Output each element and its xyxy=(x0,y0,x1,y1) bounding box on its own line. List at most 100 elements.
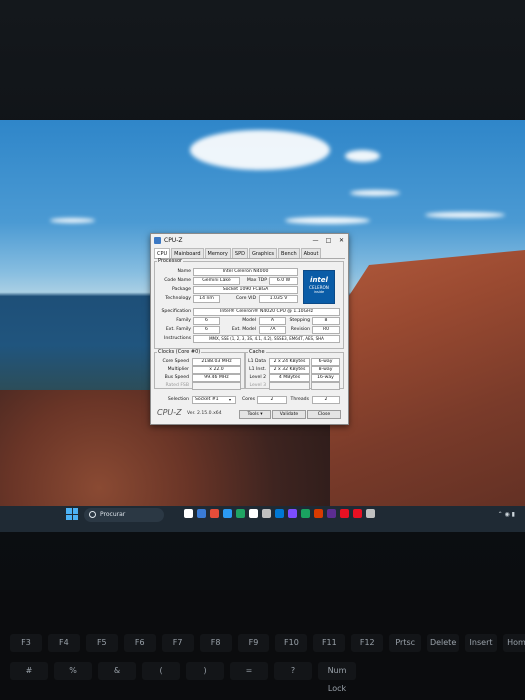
specification-label: Specification xyxy=(161,309,192,314)
system-tray[interactable]: ⌃ ◉ ▮ xyxy=(498,511,515,518)
taskbar-app-icon[interactable] xyxy=(197,509,206,518)
taskbar-app-icon[interactable] xyxy=(262,509,271,518)
close-button[interactable]: Close xyxy=(307,410,341,419)
taskbar-app-icon[interactable] xyxy=(327,509,336,518)
wallpaper-cloud xyxy=(285,217,370,224)
wallpaper-cloud xyxy=(425,212,505,218)
taskbar-app-icon[interactable] xyxy=(366,509,375,518)
instructions-value: MMX, SSE (1, 2, 3, 3S, 4.1, 4.2), SSSE3,… xyxy=(193,335,340,343)
keyboard-key: Insert xyxy=(465,634,497,652)
intel-logo-text: intel xyxy=(310,276,328,284)
level3-label: Level 3 xyxy=(249,383,266,388)
taskbar-app-icon[interactable] xyxy=(340,509,349,518)
selection-label: Selection xyxy=(167,397,189,402)
tab-memory[interactable]: Memory xyxy=(204,248,231,258)
revision-value: R0 xyxy=(312,326,340,334)
windows-start-icon[interactable] xyxy=(66,508,78,520)
keyboard-key: Home xyxy=(502,634,525,652)
code-name-label: Code Name xyxy=(164,278,191,283)
max-tdp-label: Max TDP xyxy=(246,278,267,283)
wallpaper-cloud xyxy=(50,218,95,223)
technology-value: 14 nm xyxy=(193,295,220,303)
taskbar-app-icon[interactable] xyxy=(275,509,284,518)
cpuz-logo: CPU-Z xyxy=(157,408,182,417)
l1-inst-value: 2 x 32 KBytes xyxy=(269,366,310,374)
keyboard-key: Num Lock xyxy=(318,662,356,693)
l1-inst-label: L1 Inst. xyxy=(249,367,266,372)
validate-button[interactable]: Validate xyxy=(272,410,306,419)
l1-data-way: 6-way xyxy=(311,358,340,366)
tools-button-label: Tools xyxy=(247,412,259,417)
tab-spd[interactable]: SPD xyxy=(231,248,248,258)
tab-about[interactable]: About xyxy=(300,248,322,258)
keyboard-key: = xyxy=(230,662,268,680)
taskbar-app-icon[interactable] xyxy=(353,509,362,518)
model-label: Model xyxy=(242,318,256,323)
keyboard-key: F3 xyxy=(10,634,42,652)
wallpaper-cloud xyxy=(190,130,330,170)
keyboard-key: & xyxy=(98,662,136,680)
maximize-button[interactable]: □ xyxy=(322,237,335,244)
level2-way: 16-way xyxy=(311,374,340,382)
keyboard-key: F12 xyxy=(351,634,384,652)
tab-bench[interactable]: Bench xyxy=(278,248,300,258)
keyboard-key: F4 xyxy=(47,634,80,652)
taskbar-app-icons xyxy=(184,509,375,518)
minimize-button[interactable]: — xyxy=(309,237,322,244)
technology-label: Technology xyxy=(165,296,191,301)
taskbar-app-icon[interactable] xyxy=(288,509,297,518)
keyboard-key: F10 xyxy=(275,634,308,652)
taskbar-app-icon[interactable] xyxy=(223,509,232,518)
close-window-button[interactable]: ✕ xyxy=(335,237,348,244)
tab-mainboard[interactable]: Mainboard xyxy=(171,248,204,258)
cpuz-app-icon xyxy=(154,237,161,244)
level2-label: Level 2 xyxy=(249,375,266,380)
revision-label: Revision xyxy=(290,327,310,332)
l1-data-value: 2 x 24 KBytes xyxy=(269,358,310,366)
threads-label: Threads xyxy=(290,397,309,402)
keyboard-key: F11 xyxy=(313,634,346,652)
package-value: Socket 1090 FCBGA xyxy=(193,286,298,294)
tools-button[interactable]: Tools ▾ xyxy=(239,410,271,419)
stepping-value: 8 xyxy=(312,317,340,325)
taskbar-app-icon[interactable] xyxy=(210,509,219,518)
level3-way xyxy=(311,382,340,390)
tab-graphics[interactable]: Graphics xyxy=(248,248,278,258)
bus-speed-value: 99.46 MHz xyxy=(192,374,241,382)
instructions-label: Instructions xyxy=(164,336,191,341)
tools-dropdown-icon: ▾ xyxy=(260,412,263,417)
tab-cpu[interactable]: CPU xyxy=(154,248,171,258)
taskbar-app-icon[interactable] xyxy=(236,509,245,518)
taskbar-app-icon[interactable] xyxy=(249,509,258,518)
taskbar-app-icon[interactable] xyxy=(314,509,323,518)
name-label: Name xyxy=(177,269,191,274)
model-value: A xyxy=(259,317,286,325)
wallpaper-cloud xyxy=(345,150,380,162)
keyboard-key: % xyxy=(54,662,92,680)
core-vid-value: 1.035 V xyxy=(259,295,298,303)
multiplier-label: Multiplier xyxy=(167,367,189,372)
wallpaper-cloud xyxy=(350,190,400,196)
ext-family-label: Ext. Family xyxy=(165,327,191,332)
keyboard-key: F8 xyxy=(199,634,232,652)
keyboard-key: Prtsc xyxy=(389,634,422,652)
ext-family-value: 6 xyxy=(193,326,220,334)
cpuz-window[interactable]: CPU-Z — □ ✕ CPU Mainboard Memory SPD Gra… xyxy=(150,233,349,425)
level2-value: 4 MBytes xyxy=(269,374,310,382)
keyboard-number-row: #% &() =? Num Lock xyxy=(0,662,525,693)
keyboard-key: F5 xyxy=(85,634,118,652)
family-label: Family xyxy=(176,318,191,323)
processor-legend: Processor xyxy=(158,258,183,264)
chevron-down-icon[interactable]: ▾ xyxy=(229,397,231,402)
window-titlebar[interactable]: CPU-Z — □ ✕ xyxy=(151,234,348,247)
taskbar-search-box[interactable]: Procurar xyxy=(84,508,164,522)
cache-legend: Cache xyxy=(249,349,265,355)
taskbar-app-icon[interactable] xyxy=(301,509,310,518)
l1-inst-way: 8-way xyxy=(311,366,340,374)
taskbar-app-icon[interactable] xyxy=(184,509,193,518)
core-speed-value: 2188.03 MHz xyxy=(192,358,241,366)
keyboard-key: ( xyxy=(142,662,180,680)
cores-value: 2 xyxy=(257,396,287,404)
clocks-legend: Clocks (Core #0) xyxy=(158,349,201,355)
cores-label: Cores xyxy=(241,397,255,402)
